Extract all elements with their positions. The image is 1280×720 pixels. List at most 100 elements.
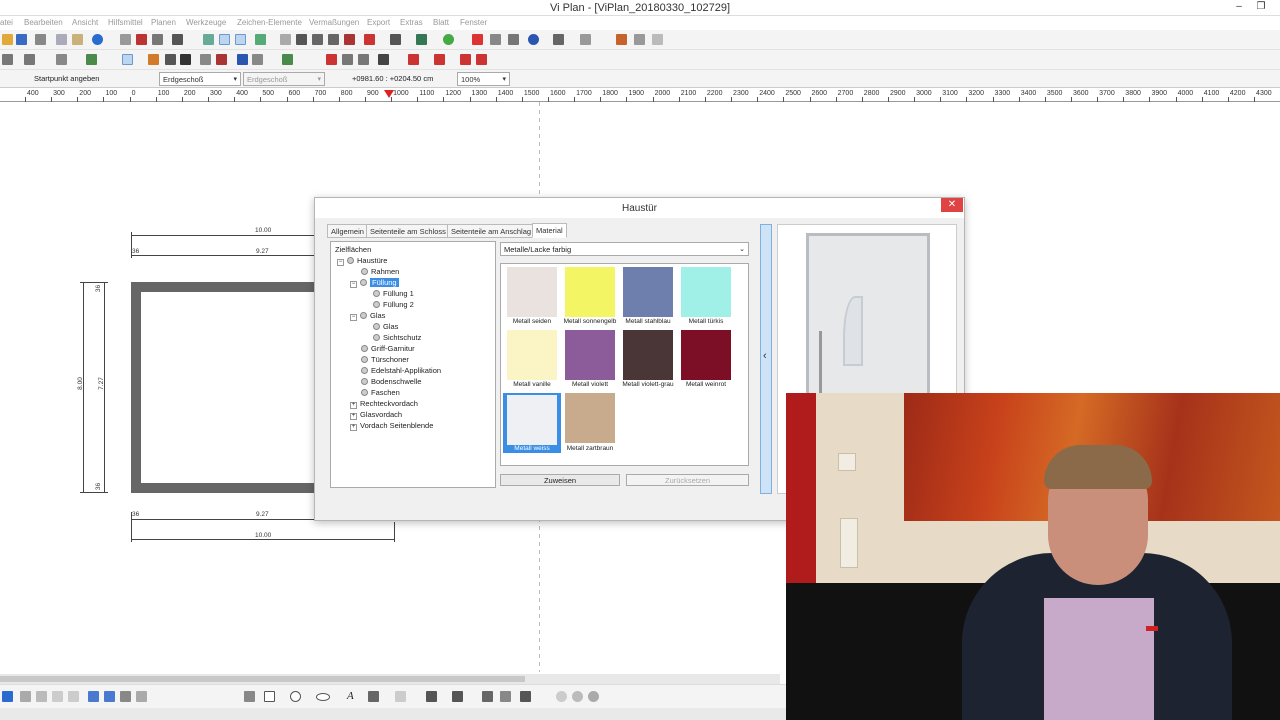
tool-x-icon[interactable]: [364, 34, 375, 45]
select-all-icon[interactable]: [52, 691, 63, 702]
menu-hilfsmittel[interactable]: Hilfsmittel: [108, 18, 143, 27]
gray-c-icon[interactable]: [588, 691, 599, 702]
tool-circle-icon[interactable]: [443, 34, 454, 45]
roof-icon[interactable]: [216, 54, 227, 65]
tree-item-bodenschwelle[interactable]: Bodenschwelle: [361, 377, 421, 386]
expand-icon[interactable]: +: [350, 424, 357, 431]
tree-item-fuellung-2[interactable]: Füllung 2: [373, 300, 414, 309]
menu-fenster[interactable]: Fenster: [460, 18, 487, 27]
tab-allgemein[interactable]: Allgemein: [327, 224, 368, 238]
tool-brush-icon[interactable]: [390, 34, 401, 45]
swatch-metall-violett-grau[interactable]: [623, 330, 673, 380]
fill-icon[interactable]: [500, 691, 511, 702]
tree-item-fuellung-1[interactable]: Füllung 1: [373, 289, 414, 298]
mirror-icon[interactable]: [136, 691, 147, 702]
tool-a-icon[interactable]: [280, 34, 291, 45]
tree-item-glas-group[interactable]: − Glas: [350, 311, 385, 321]
tool-h2-icon[interactable]: [476, 54, 487, 65]
wall-outline[interactable]: [131, 282, 316, 493]
tool-c2-icon[interactable]: [358, 54, 369, 65]
tab-seitenteile-anschlag[interactable]: Seitenteile am Anschlag: [447, 224, 536, 238]
tool-wall-icon[interactable]: [616, 34, 627, 45]
collapse-icon[interactable]: −: [350, 281, 357, 288]
minimize-icon[interactable]: –: [1228, 1, 1250, 14]
swatch-metall-vanille[interactable]: [507, 330, 557, 380]
select-icon[interactable]: [203, 34, 214, 45]
rect-tool-icon[interactable]: [264, 691, 275, 702]
clipboard-icon[interactable]: [244, 691, 255, 702]
arrow-tool-icon[interactable]: [2, 54, 13, 65]
print-icon[interactable]: [35, 34, 46, 45]
canvas-hscroll[interactable]: [0, 674, 780, 684]
tool-d-icon[interactable]: [328, 34, 339, 45]
hatch-icon[interactable]: [368, 691, 379, 702]
chevron-left-icon[interactable]: ‹: [763, 350, 767, 362]
restore-icon[interactable]: ❐: [1250, 1, 1272, 14]
zoom-all-icon[interactable]: [136, 34, 147, 45]
swatch-metall-tuerkis[interactable]: [681, 267, 731, 317]
help-icon[interactable]: [92, 34, 103, 45]
menu-vermassungen[interactable]: Vermaßungen: [309, 18, 359, 27]
menu-bearbeiten[interactable]: Bearbeiten: [24, 18, 63, 27]
tree-item-vordach-seitenblende[interactable]: + Vordach Seitenblende: [350, 421, 433, 431]
tool-f2-icon[interactable]: [434, 54, 445, 65]
gray-a-icon[interactable]: [556, 691, 567, 702]
text-tool-icon[interactable]: [180, 54, 191, 65]
circle-tool-icon[interactable]: [290, 691, 301, 702]
close-icon[interactable]: ✕: [941, 198, 963, 212]
swatch-metall-zartbraun[interactable]: [565, 393, 615, 443]
delete-icon[interactable]: [472, 34, 483, 45]
layers-icon[interactable]: [56, 54, 67, 65]
ellipse-tool-icon[interactable]: [316, 693, 330, 701]
measure-icon[interactable]: [255, 34, 266, 45]
tree-item-griff[interactable]: Griff-Garnitur: [361, 344, 415, 353]
tool-g2-icon[interactable]: [460, 54, 471, 65]
polyline-icon[interactable]: [452, 691, 463, 702]
save-icon[interactable]: [16, 34, 27, 45]
tool-d2-icon[interactable]: [378, 54, 389, 65]
tool-e2-icon[interactable]: [408, 54, 419, 65]
stairs-icon[interactable]: [200, 54, 211, 65]
tool-b2-icon[interactable]: [342, 54, 353, 65]
view-icon[interactable]: [252, 54, 263, 65]
tab-seitenteile-schloss[interactable]: Seitenteile am Schloss: [366, 224, 450, 238]
door-tool-icon[interactable]: [122, 54, 133, 65]
tool-wand-icon[interactable]: [652, 34, 663, 45]
tree-item-sichtschutz[interactable]: Sichtschutz: [373, 333, 421, 342]
window-tool-icon[interactable]: [148, 54, 159, 65]
floor-select-2[interactable]: Erdgeschoß ▾: [243, 72, 325, 86]
expand-icon[interactable]: +: [350, 402, 357, 409]
menu-datei[interactable]: atei: [0, 18, 13, 27]
angle-tool-icon[interactable]: [426, 691, 437, 702]
reset-button[interactable]: Zurücksetzen: [626, 474, 749, 486]
lasso-icon[interactable]: [88, 691, 99, 702]
gray-b-icon[interactable]: [572, 691, 583, 702]
tool-house-icon[interactable]: [416, 34, 427, 45]
swatch-metall-seiden[interactable]: [507, 267, 557, 317]
zoom-in-icon[interactable]: [152, 34, 163, 45]
euro-icon[interactable]: [528, 34, 539, 45]
undo-icon[interactable]: [68, 691, 79, 702]
menu-blatt[interactable]: Blatt: [433, 18, 449, 27]
paste-icon[interactable]: [72, 34, 83, 45]
menu-ansicht[interactable]: Ansicht: [72, 18, 98, 27]
tree-item-rechteckvordach[interactable]: + Rechteckvordach: [350, 399, 418, 409]
menu-werkzeuge[interactable]: Werkzeuge: [186, 18, 226, 27]
dimension-icon[interactable]: [482, 691, 493, 702]
swatch-metall-violett[interactable]: [565, 330, 615, 380]
swatch-metall-sonnengelb[interactable]: [565, 267, 615, 317]
material-category-select[interactable]: Metalle/Lacke farbig ⌄: [500, 242, 749, 256]
collapse-icon[interactable]: −: [350, 314, 357, 321]
library-icon[interactable]: [237, 54, 248, 65]
extend-icon[interactable]: [120, 691, 131, 702]
tool-arrow-icon[interactable]: [553, 34, 564, 45]
tree-item-glasvordach[interactable]: + Glasvordach: [350, 410, 402, 420]
column-tool-icon[interactable]: [165, 54, 176, 65]
tab-material[interactable]: Material: [532, 223, 567, 238]
zoom-window-icon[interactable]: [120, 34, 131, 45]
preview-toggle-bar[interactable]: ‹: [760, 224, 772, 494]
tree-item-glas[interactable]: Glas: [373, 322, 398, 331]
assign-button[interactable]: Zuweisen: [500, 474, 620, 486]
house-icon[interactable]: [86, 54, 97, 65]
grid-icon[interactable]: [235, 34, 246, 45]
